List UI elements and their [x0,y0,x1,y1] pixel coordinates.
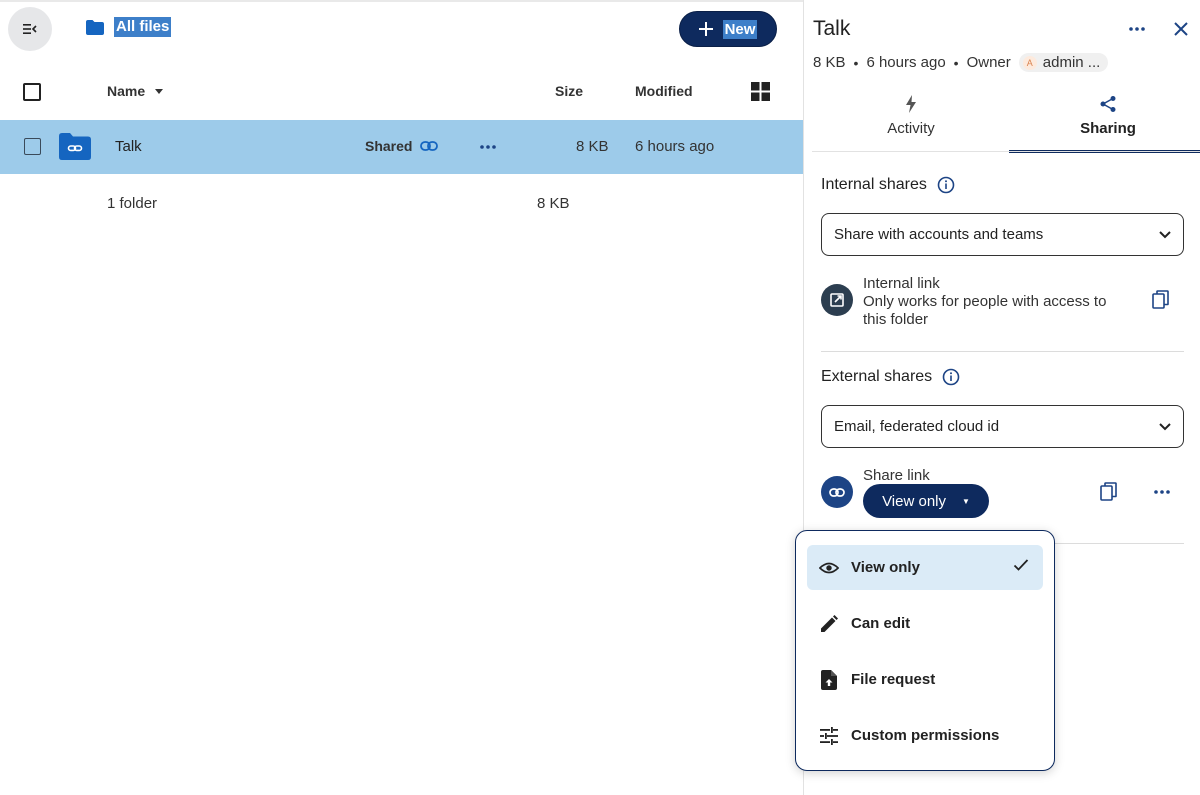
folder-icon [86,19,104,35]
owner-name: admin ... [1042,54,1101,71]
menu-item-view-only[interactable]: View only [807,545,1043,590]
copy-icon[interactable] [1152,290,1170,310]
meta-owner-label: Owner [966,54,1011,71]
more-actions-icon[interactable] [478,137,498,157]
section-divider [821,351,1184,352]
new-button-label: New [722,19,758,39]
open-in-new-icon [830,293,844,307]
sort-down-icon [155,88,164,94]
share-link-avatar [821,476,853,508]
meta-separator: • [853,54,859,71]
info-icon[interactable] [937,176,955,194]
share-icon [1100,96,1116,112]
external-share-select-value: Email, federated cloud id [834,418,1000,435]
eye-icon [819,562,839,573]
tab-sharing[interactable]: Sharing [1009,95,1200,153]
table-row[interactable]: Talk Shared 8 KB 6 hours ago [0,120,803,174]
name-column-header: Name [107,83,146,99]
avatar: A [1022,55,1037,70]
share-link-label: Share link [863,467,930,484]
more-icon[interactable] [1127,20,1147,38]
menu-item-label: Can edit [851,615,911,632]
sidebar-title: Talk [813,17,851,40]
info-icon[interactable] [942,368,960,386]
link-icon [420,141,439,151]
copy-icon[interactable] [1100,482,1118,502]
menu-item-label: View only [851,559,920,576]
tune-icon [820,726,838,745]
internal-link-title: Internal link [863,275,940,292]
chevron-down-icon [1159,230,1171,238]
menu-item-label: File request [851,671,936,688]
pencil-icon [821,614,838,632]
menu-item-label: Custom permissions [851,727,1000,744]
summary-folder-count: 1 folder [107,195,158,212]
link-icon [829,487,845,497]
file-size: 8 KB [576,138,609,155]
tab-activity[interactable]: Activity [812,95,1010,153]
external-shares-heading: External shares [821,368,933,385]
shared-folder-icon [59,133,91,160]
check-icon [1013,559,1029,571]
file-list-header: Name Size Modified [0,68,803,114]
grid-view-icon[interactable] [751,82,770,101]
internal-link-desc-2: this folder [863,311,929,328]
internal-share-select-value: Share with accounts and teams [834,226,1044,243]
internal-link-info: Internal link Only works for people with… [863,275,1106,329]
new-button[interactable]: New [679,11,777,47]
row-checkbox[interactable] [24,138,41,155]
internal-link-avatar [821,284,853,316]
internal-shares-heading: Internal shares [821,176,927,193]
file-name[interactable]: Talk [115,138,142,155]
menu-collapse-icon [23,24,37,34]
files-area: All files New Name Size Modified Talk Sh… [0,0,803,795]
internal-link-desc-1: Only works for people with access to [863,293,1107,310]
size-column-header[interactable]: Size [555,83,583,99]
menu-item-file-request[interactable]: File request [807,657,1043,702]
lightning-icon [906,95,916,113]
breadcrumb[interactable]: All files [86,17,172,37]
breadcrumb-all-files[interactable]: All files [114,17,172,37]
plus-icon [698,22,713,36]
meta-time: 6 hours ago [866,54,946,71]
chevron-down-icon [1159,422,1171,430]
external-shares-title: External shares [821,368,960,386]
close-icon[interactable] [1172,20,1190,38]
select-all-checkbox[interactable] [23,83,41,101]
permission-dropdown-button[interactable]: View only ▼ [863,484,989,518]
menu-item-can-edit[interactable]: Can edit [807,601,1043,646]
tab-activity-label: Activity [887,120,935,137]
file-upload-icon [821,669,837,690]
owner-chip[interactable]: A admin ... [1018,53,1109,72]
menu-item-custom-permissions[interactable]: Custom permissions [807,713,1043,758]
shared-label: Shared [365,138,413,154]
internal-shares-title: Internal shares [821,176,955,194]
permission-menu: View only Can edit File request Custom p… [795,530,1055,771]
navigation-toggle-button[interactable] [8,7,52,51]
external-share-select[interactable]: Email, federated cloud id [821,405,1184,448]
more-icon[interactable] [1152,485,1172,499]
file-modified: 6 hours ago [635,138,715,155]
shared-indicator[interactable]: Shared [365,138,439,154]
caret-down-icon: ▼ [962,496,970,506]
internal-share-select[interactable]: Share with accounts and teams [821,213,1184,256]
tabs-divider [812,151,1200,152]
meta-size: 8 KB [813,54,846,71]
permission-value: View only [882,492,946,510]
summary-total-size: 8 KB [537,195,570,212]
meta-separator: • [953,54,959,71]
tab-sharing-label: Sharing [1080,120,1136,137]
modified-column-header[interactable]: Modified [635,83,693,99]
sort-by-name[interactable]: Name [107,83,164,99]
file-meta: 8 KB • 6 hours ago • Owner A admin ... [813,53,1109,72]
